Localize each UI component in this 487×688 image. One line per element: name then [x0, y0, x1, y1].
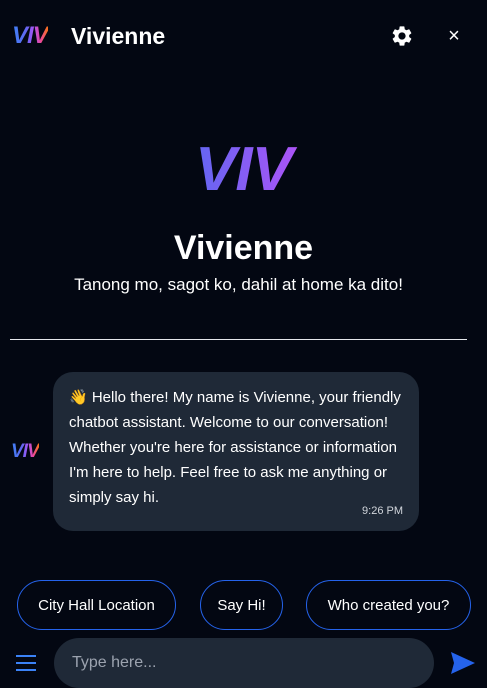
header-title: Vivienne	[71, 23, 166, 49]
message-timestamp: 9:26 PM	[362, 505, 403, 517]
quick-reply-city-hall[interactable]: City Hall Location	[17, 580, 176, 630]
quick-reply-say-hi[interactable]: Say Hi!	[200, 580, 283, 630]
divider	[10, 339, 467, 340]
bot-avatar: VIV	[11, 441, 40, 462]
message-text: 👋 Hello there! My name is Vivienne, your…	[69, 389, 401, 506]
hamburger-menu-icon[interactable]	[16, 654, 36, 672]
send-icon[interactable]	[450, 651, 476, 675]
hero-tagline: Tanong mo, sagot ko, dahil at home ka di…	[74, 275, 403, 294]
brand-logo: VIV	[12, 22, 49, 49]
message-input-wrapper	[54, 638, 434, 688]
gear-icon[interactable]	[390, 24, 414, 48]
quick-replies: City Hall Location Say Hi! Who created y…	[0, 580, 487, 630]
bot-message-bubble: 👋 Hello there! My name is Vivienne, your…	[53, 372, 419, 531]
quick-reply-who-created[interactable]: Who created you?	[306, 580, 471, 630]
hero-logo: VIV	[0, 137, 487, 203]
chat-header: VIV Vivienne ×	[0, 0, 487, 72]
message-input[interactable]	[54, 638, 434, 688]
close-icon[interactable]: ×	[444, 24, 464, 48]
hero-name: Vivienne	[173, 229, 314, 267]
